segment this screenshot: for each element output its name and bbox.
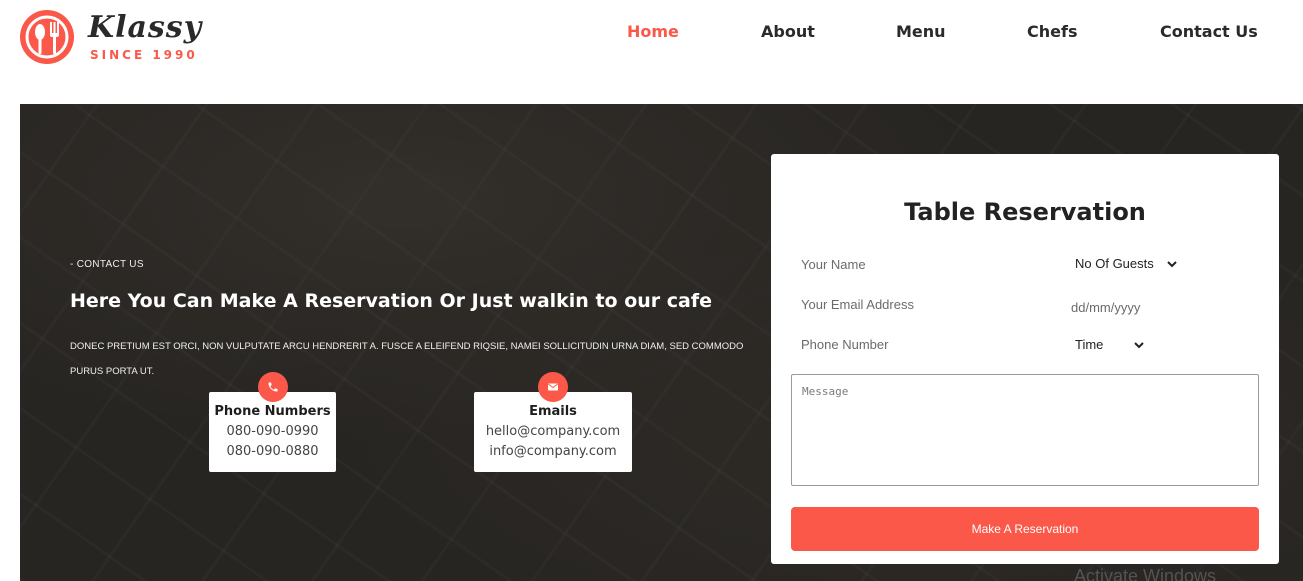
brand-logo[interactable]: Klassy SINCE 1990 (18, 8, 208, 66)
activate-windows-watermark: Activate Windows (1074, 566, 1217, 581)
date-input[interactable] (1071, 297, 1221, 317)
nav-about[interactable]: About (761, 22, 815, 41)
time-select-label: Time (1075, 337, 1104, 352)
section-kicker: - CONTACT US (70, 259, 144, 270)
guests-select[interactable]: No Of Guests (1075, 256, 1178, 271)
chevron-down-icon (1167, 260, 1177, 267)
time-select[interactable]: Time (1075, 337, 1145, 352)
phone-card-title: Phone Numbers (214, 404, 331, 419)
nav-menu[interactable]: Menu (896, 22, 946, 41)
form-title: Table Reservation (904, 198, 1146, 226)
fork-spoon-logo-icon (20, 10, 74, 64)
envelope-icon (538, 372, 568, 402)
email-card-title: Emails (529, 404, 577, 419)
phone-number-2[interactable]: 080-090-0880 (209, 444, 336, 459)
name-input[interactable] (801, 254, 1061, 274)
main-nav: Home About Menu Chefs Contact Us (600, 22, 1280, 44)
chevron-down-icon (1134, 341, 1145, 348)
section-headline: Here You Can Make A Reservation Or Just … (70, 290, 712, 312)
email-card: Emails hello@company.com info@company.co… (474, 372, 632, 472)
make-reservation-button[interactable]: Make A Reservation (791, 507, 1259, 551)
section-description: DONEC PRETIUM EST ORCI, NON VULPUTATE AR… (70, 341, 744, 377)
message-textarea[interactable] (791, 374, 1259, 486)
reservation-section: - CONTACT US Here You Can Make A Reserva… (20, 104, 1303, 581)
brand-since: SINCE 1990 (90, 48, 198, 62)
phone-input[interactable] (801, 334, 1061, 354)
phone-number-1[interactable]: 080-090-0990 (209, 424, 336, 439)
guests-select-label: No Of Guests (1075, 256, 1154, 271)
nav-home[interactable]: Home (627, 22, 679, 41)
phone-icon (257, 372, 288, 402)
email-input[interactable] (801, 294, 1061, 314)
nav-contact-us[interactable]: Contact Us (1160, 22, 1258, 41)
site-header: Klassy SINCE 1990 Home About Menu Chefs … (0, 0, 1303, 104)
phone-card: Phone Numbers 080-090-0990 080-090-0880 (209, 372, 336, 472)
reservation-form: Table Reservation No Of Guests Time Make… (771, 154, 1279, 564)
email-address-2[interactable]: info@company.com (474, 444, 632, 459)
brand-name: Klassy (88, 10, 203, 45)
nav-chefs[interactable]: Chefs (1027, 22, 1077, 41)
email-address-1[interactable]: hello@company.com (474, 424, 632, 439)
